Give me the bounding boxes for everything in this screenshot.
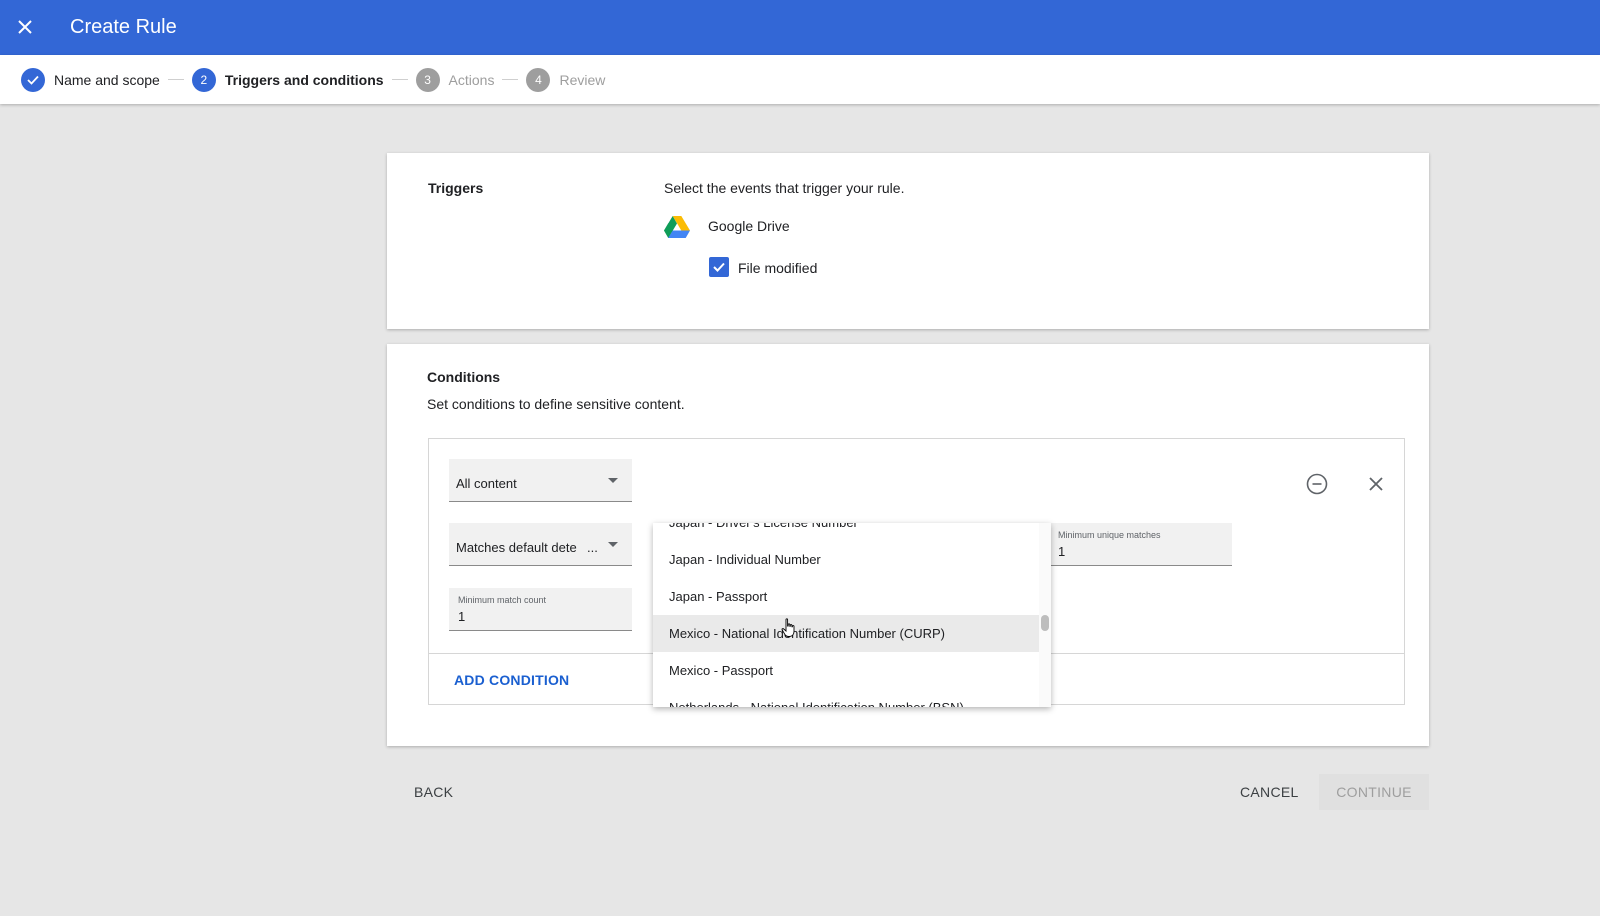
dropdown-option[interactable]: Japan - Individual Number [653, 541, 1039, 578]
cancel-button[interactable]: CANCEL [1240, 784, 1299, 800]
step-review[interactable]: 4 Review [526, 67, 606, 92]
min-unique-matches-field[interactable]: Minimum unique matches 1 [1049, 523, 1232, 566]
google-drive-label: Google Drive [708, 218, 790, 234]
step-name-and-scope[interactable]: Name and scope [21, 67, 160, 92]
triggers-card: Triggers Select the events that trigger … [387, 153, 1429, 329]
continue-button[interactable]: CONTINUE [1319, 774, 1429, 810]
remove-circle-icon[interactable] [1306, 473, 1328, 495]
file-modified-checkbox[interactable] [709, 257, 729, 277]
step-label: Name and scope [54, 71, 160, 88]
step-separator [167, 79, 184, 80]
hand-cursor-icon [781, 618, 795, 637]
step-number: 4 [526, 67, 551, 92]
dropdown-scrollbar[interactable] [1039, 523, 1051, 707]
dropdown-arrow-icon [608, 542, 618, 547]
dropdown-option-hovered[interactable]: Mexico - National Identification Number … [653, 615, 1039, 652]
content-select[interactable]: All content [449, 459, 632, 502]
dropdown-option[interactable]: Mexico - Passport [653, 652, 1039, 689]
match-type-value: Matches default dete [456, 540, 577, 555]
close-icon[interactable] [12, 14, 38, 40]
step-separator [502, 79, 519, 80]
detector-dropdown-menu[interactable]: Japan - Driver's License Number Japan - … [653, 523, 1051, 707]
dropdown-option[interactable]: Japan - Passport [653, 578, 1039, 615]
step-number: 3 [415, 67, 440, 92]
min-match-count-label: Minimum match count [458, 595, 547, 605]
check-icon [713, 262, 725, 272]
dropdown-arrow-icon [608, 478, 618, 483]
step-number: 2 [191, 67, 216, 92]
step-label: Triggers and conditions [224, 71, 384, 88]
dropdown-list: Japan - Driver's License Number Japan - … [653, 523, 1039, 707]
conditions-description: Set conditions to define sensitive conte… [427, 396, 685, 412]
page-title: Create Rule [70, 16, 177, 38]
dropdown-option[interactable]: Japan - Driver's License Number [653, 523, 1039, 541]
google-drive-icon [664, 216, 690, 238]
triggers-label: Triggers [428, 180, 484, 196]
file-modified-label[interactable]: File modified [738, 260, 817, 276]
step-separator [391, 79, 408, 80]
conditions-title: Conditions [427, 369, 501, 385]
scrollbar-thumb[interactable] [1041, 615, 1049, 631]
content-select-value: All content [456, 476, 517, 491]
step-triggers-and-conditions[interactable]: 2 Triggers and conditions [191, 67, 384, 92]
close-icon[interactable] [1366, 474, 1386, 494]
back-button[interactable]: BACK [414, 784, 453, 800]
step-actions[interactable]: 3 Actions [415, 67, 495, 92]
add-condition-button[interactable]: ADD CONDITION [454, 672, 569, 688]
app-header: Create Rule [0, 0, 1600, 55]
step-label: Review [559, 71, 606, 88]
step-label: Actions [448, 71, 495, 88]
min-unique-matches-label: Minimum unique matches [1058, 530, 1161, 540]
match-type-ellipsis: ... [587, 540, 598, 555]
stepper: Name and scope 2 Triggers and conditions… [0, 55, 1600, 104]
min-unique-matches-value: 1 [1058, 544, 1066, 559]
min-match-count-value: 1 [458, 609, 466, 624]
match-type-select[interactable]: Matches default dete ... [449, 523, 632, 566]
check-icon [21, 67, 45, 92]
triggers-description: Select the events that trigger your rule… [664, 180, 905, 196]
min-match-count-field[interactable]: Minimum match count 1 [449, 588, 632, 631]
dropdown-option[interactable]: Netherlands - National Identification Nu… [653, 689, 1039, 707]
